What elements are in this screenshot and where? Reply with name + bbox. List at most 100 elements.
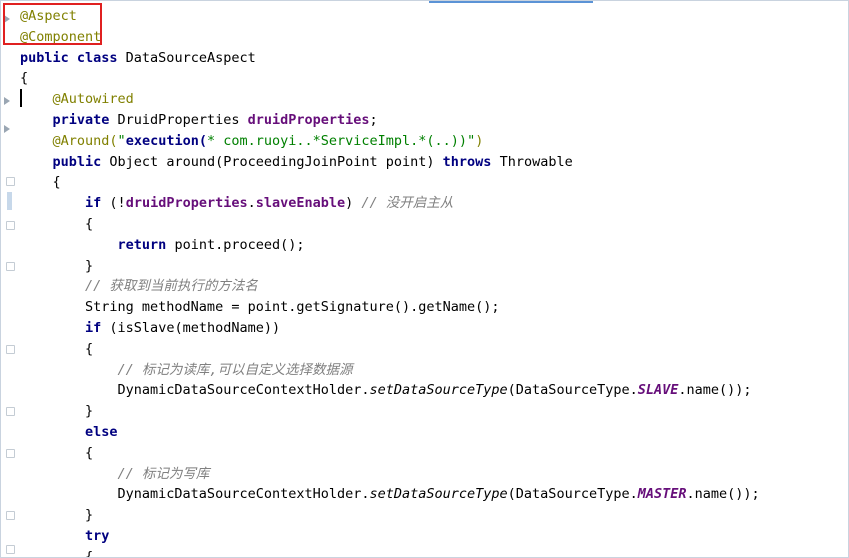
code-token: DynamicDataSourceContextHolder.	[20, 382, 370, 399]
code-token: slaveEnable	[255, 195, 346, 212]
code-line[interactable]: private DruidProperties druidProperties;	[20, 110, 848, 131]
code-line[interactable]: {	[20, 547, 848, 558]
arrow-icon[interactable]	[4, 15, 10, 23]
fold-icon[interactable]	[6, 177, 15, 186]
arrow-icon[interactable]	[4, 125, 10, 133]
code-token: // 标记为写库	[117, 465, 210, 482]
code-token: DynamicDataSourceContextHolder.	[20, 486, 370, 503]
code-token: SLAVE	[637, 382, 679, 399]
code-line[interactable]: if (!druidProperties.slaveEnable) // 没开启…	[20, 193, 848, 214]
code-token: public	[52, 153, 110, 170]
fold-icon[interactable]	[6, 221, 15, 230]
code-token: }	[20, 507, 94, 524]
code-line[interactable]: public class DataSourceAspect	[20, 48, 848, 69]
code-line[interactable]: public Object around(ProceedingJoinPoint…	[20, 152, 848, 173]
code-line[interactable]: // 标记为读库,可以自定义选择数据源	[20, 360, 848, 381]
code-line[interactable]: @Around("execution(* com.ruoyi..*Service…	[20, 131, 848, 152]
text-caret	[20, 89, 22, 107]
code-line[interactable]: try	[20, 526, 848, 547]
code-token: execution(	[125, 132, 207, 149]
fold-icon[interactable]	[6, 545, 15, 554]
code-line[interactable]: @Autowired	[20, 89, 848, 110]
code-line[interactable]: // 获取到当前执行的方法名	[20, 276, 848, 297]
code-token: }	[20, 257, 94, 274]
fold-icon[interactable]	[6, 449, 15, 458]
code-token: )	[475, 132, 484, 149]
code-token: {	[20, 340, 94, 357]
code-token: {	[20, 70, 29, 87]
code-line[interactable]: {	[20, 443, 848, 464]
fold-icon[interactable]	[6, 511, 15, 520]
arrow-icon[interactable]	[4, 97, 10, 105]
code-line[interactable]: }	[20, 401, 848, 422]
code-token: @Autowired	[52, 91, 134, 108]
code-token: (DataSourceType.	[507, 486, 638, 503]
code-token: druidProperties	[247, 111, 370, 128]
code-line[interactable]: else	[20, 422, 848, 443]
code-token: {	[20, 174, 61, 191]
code-line[interactable]: }	[20, 505, 848, 526]
code-line[interactable]: {	[20, 214, 848, 235]
code-token: (isSlave(methodName))	[109, 319, 281, 336]
code-token: (!	[109, 195, 126, 212]
code-token: public class	[20, 49, 126, 66]
code-token: Object around(ProceedingJoinPoint point)	[109, 153, 443, 170]
code-token: MASTER	[637, 486, 687, 503]
code-token: throws	[442, 153, 500, 170]
code-token: if	[85, 195, 110, 212]
editor-gutter[interactable]	[1, 1, 18, 557]
code-line[interactable]: // 标记为写库	[20, 464, 848, 485]
code-token: Throwable	[499, 153, 573, 170]
code-line[interactable]: {	[20, 68, 848, 89]
code-token: {	[20, 548, 94, 558]
code-token: "	[117, 132, 126, 149]
code-token: else	[85, 423, 118, 440]
code-line[interactable]: DynamicDataSourceContextHolder.setDataSo…	[20, 484, 848, 505]
code-line[interactable]: if (isSlave(methodName))	[20, 318, 848, 339]
code-token: @Around(	[52, 132, 118, 149]
code-token: if	[85, 319, 110, 336]
code-line[interactable]: return point.proceed();	[20, 235, 848, 256]
code-token: // 没开启主从	[361, 195, 454, 212]
code-token: )	[345, 195, 362, 212]
fold-icon[interactable]	[6, 262, 15, 271]
code-line[interactable]: @Component	[20, 27, 848, 48]
code-line[interactable]: @Aspect	[20, 6, 848, 27]
code-line[interactable]: {	[20, 172, 848, 193]
code-token: point.proceed();	[174, 236, 305, 253]
code-token: .name());	[678, 382, 752, 399]
fold-icon[interactable]	[6, 345, 15, 354]
code-token: {	[20, 215, 94, 232]
code-token: DruidProperties	[117, 111, 248, 128]
code-line[interactable]: }	[20, 256, 848, 277]
code-line[interactable]: {	[20, 339, 848, 360]
code-line[interactable]: DynamicDataSourceContextHolder.setDataSo…	[20, 380, 848, 401]
fold-icon[interactable]	[6, 407, 15, 416]
code-token: druidProperties	[125, 195, 248, 212]
code-token: try	[85, 527, 110, 544]
code-token: // 获取到当前执行的方法名	[85, 278, 258, 295]
code-area[interactable]: @Aspect @Component public class DataSource…	[20, 6, 848, 558]
code-token: setDataSourceType	[369, 382, 508, 399]
code-token: @Aspect	[20, 8, 77, 24]
code-token: DataSourceAspect	[125, 49, 256, 66]
code-token: * com.ruoyi..*ServiceImpl.*(..))	[206, 132, 468, 149]
code-token: .name());	[686, 486, 760, 503]
code-token: (DataSourceType.	[507, 382, 638, 399]
code-token: @Component	[20, 28, 102, 45]
code-token: return	[117, 236, 175, 253]
code-line[interactable]: String methodName = point.getSignature()…	[20, 297, 848, 318]
code-token: "	[467, 132, 476, 149]
code-token: }	[20, 403, 94, 420]
